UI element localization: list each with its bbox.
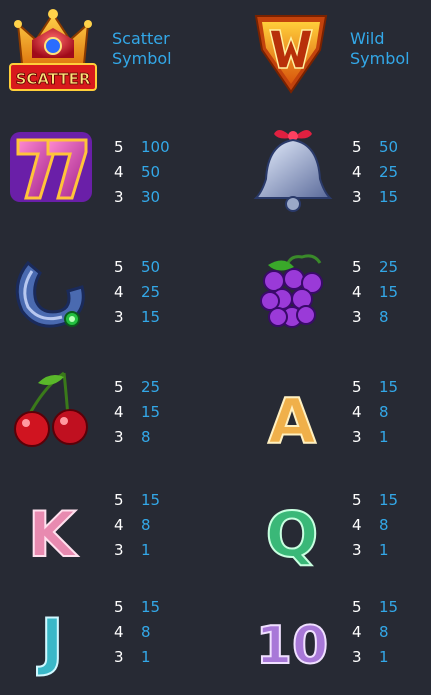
pay-row-4: 4 25	[114, 283, 161, 301]
pay-row-5: 5 100	[114, 138, 170, 156]
wild-symbol-cell: Wild Symbol	[216, 0, 431, 110]
pay-row-3: 31	[114, 541, 151, 559]
pay-row-5: 5 15	[352, 598, 399, 616]
paytable-cherries: 5 25 4 15 38	[114, 375, 160, 450]
letter-a-glyph: A	[268, 385, 316, 458]
pay-row-3: 3 15	[352, 188, 399, 206]
pay-row-5: 5 15	[114, 491, 161, 509]
scatter-symbol-cell: SCATTER Scatter Symbol	[0, 0, 215, 110]
wild-label-line1: Wild	[350, 29, 385, 48]
pay-row-4: 48	[114, 623, 151, 641]
pay-row-3: 38	[352, 308, 389, 326]
symbol-cell-grapes	[216, 245, 431, 355]
wild-label-line2: Symbol	[350, 49, 410, 68]
pay-row-3: 31	[114, 648, 151, 666]
pay-row-5: 5 25	[352, 258, 399, 276]
pay-row-3: 3 30	[114, 188, 161, 206]
pay-row-5: 5 50	[352, 138, 399, 156]
horseshoe-icon	[6, 249, 96, 339]
symbol-cell-cherries	[0, 365, 215, 475]
letter-a-icon: A	[262, 371, 322, 461]
pay-row-4: 48	[114, 516, 151, 534]
pay-row-5: 5 15	[352, 491, 399, 509]
pay-row-4: 48	[352, 403, 389, 421]
ten-icon: 10	[256, 591, 328, 681]
symbol-cell-q: Q	[216, 478, 431, 588]
pay-row-4: 4 25	[352, 163, 399, 181]
wild-w-icon	[246, 4, 336, 94]
letter-k-glyph: K	[28, 498, 78, 571]
pay-row-3: 38	[114, 428, 151, 446]
letter-k-icon: K	[22, 484, 82, 574]
pay-row-3: 31	[352, 541, 389, 559]
symbol-cell-horseshoe	[0, 245, 215, 355]
pay-row-4: 4 15	[352, 283, 399, 301]
paytable-grapes: 5 25 4 15 38	[352, 255, 398, 330]
grapes-icon	[244, 249, 334, 339]
letter-j-glyph: J	[36, 605, 63, 678]
symbol-cell-bell	[216, 120, 431, 230]
letter-j-icon: J	[22, 591, 82, 681]
pay-row-4: 4 50	[114, 163, 161, 181]
symbol-cell-k: K	[0, 478, 215, 588]
scatter-badge-text: SCATTER	[16, 70, 91, 88]
paytable-k: 5 15 48 31	[114, 488, 160, 563]
cherries-icon	[8, 367, 98, 457]
letter-q-icon: Q	[262, 484, 322, 574]
paytable-horseshoe: 5 50 4 25 3 15	[114, 255, 160, 330]
scatter-crown-icon: SCATTER	[8, 6, 98, 96]
paytable-seven: 5 100 4 50 3 30	[114, 135, 170, 210]
pay-row-3: 31	[352, 428, 389, 446]
symbol-cell-a: A	[216, 365, 431, 475]
pay-row-5: 5 25	[114, 378, 161, 396]
pay-row-5: 5 15	[114, 598, 161, 616]
ten-glyph: 10	[256, 616, 328, 676]
pay-row-3: 31	[352, 648, 389, 666]
scatter-label: Scatter Symbol	[112, 29, 172, 69]
symbol-cell-seven	[0, 120, 215, 230]
scatter-label-line2: Symbol	[112, 49, 172, 68]
wild-label: Wild Symbol	[350, 29, 410, 69]
pay-row-4: 48	[352, 516, 389, 534]
paytable-a: 5 15 48 31	[352, 375, 398, 450]
seven-icon	[6, 122, 96, 212]
pay-row-4: 4 15	[114, 403, 161, 421]
scatter-label-line1: Scatter	[112, 29, 170, 48]
pay-row-3: 3 15	[114, 308, 161, 326]
bell-icon	[248, 124, 338, 214]
pay-row-5: 5 50	[114, 258, 161, 276]
paytable-bell: 5 50 4 25 3 15	[352, 135, 398, 210]
pay-row-4: 48	[352, 623, 389, 641]
paytable-q: 5 15 48 31	[352, 488, 398, 563]
pay-row-5: 5 15	[352, 378, 399, 396]
letter-q-glyph: Q	[266, 498, 319, 571]
paytable-j: 5 15 48 31	[114, 595, 160, 670]
paytable-ten: 5 15 48 31	[352, 595, 398, 670]
